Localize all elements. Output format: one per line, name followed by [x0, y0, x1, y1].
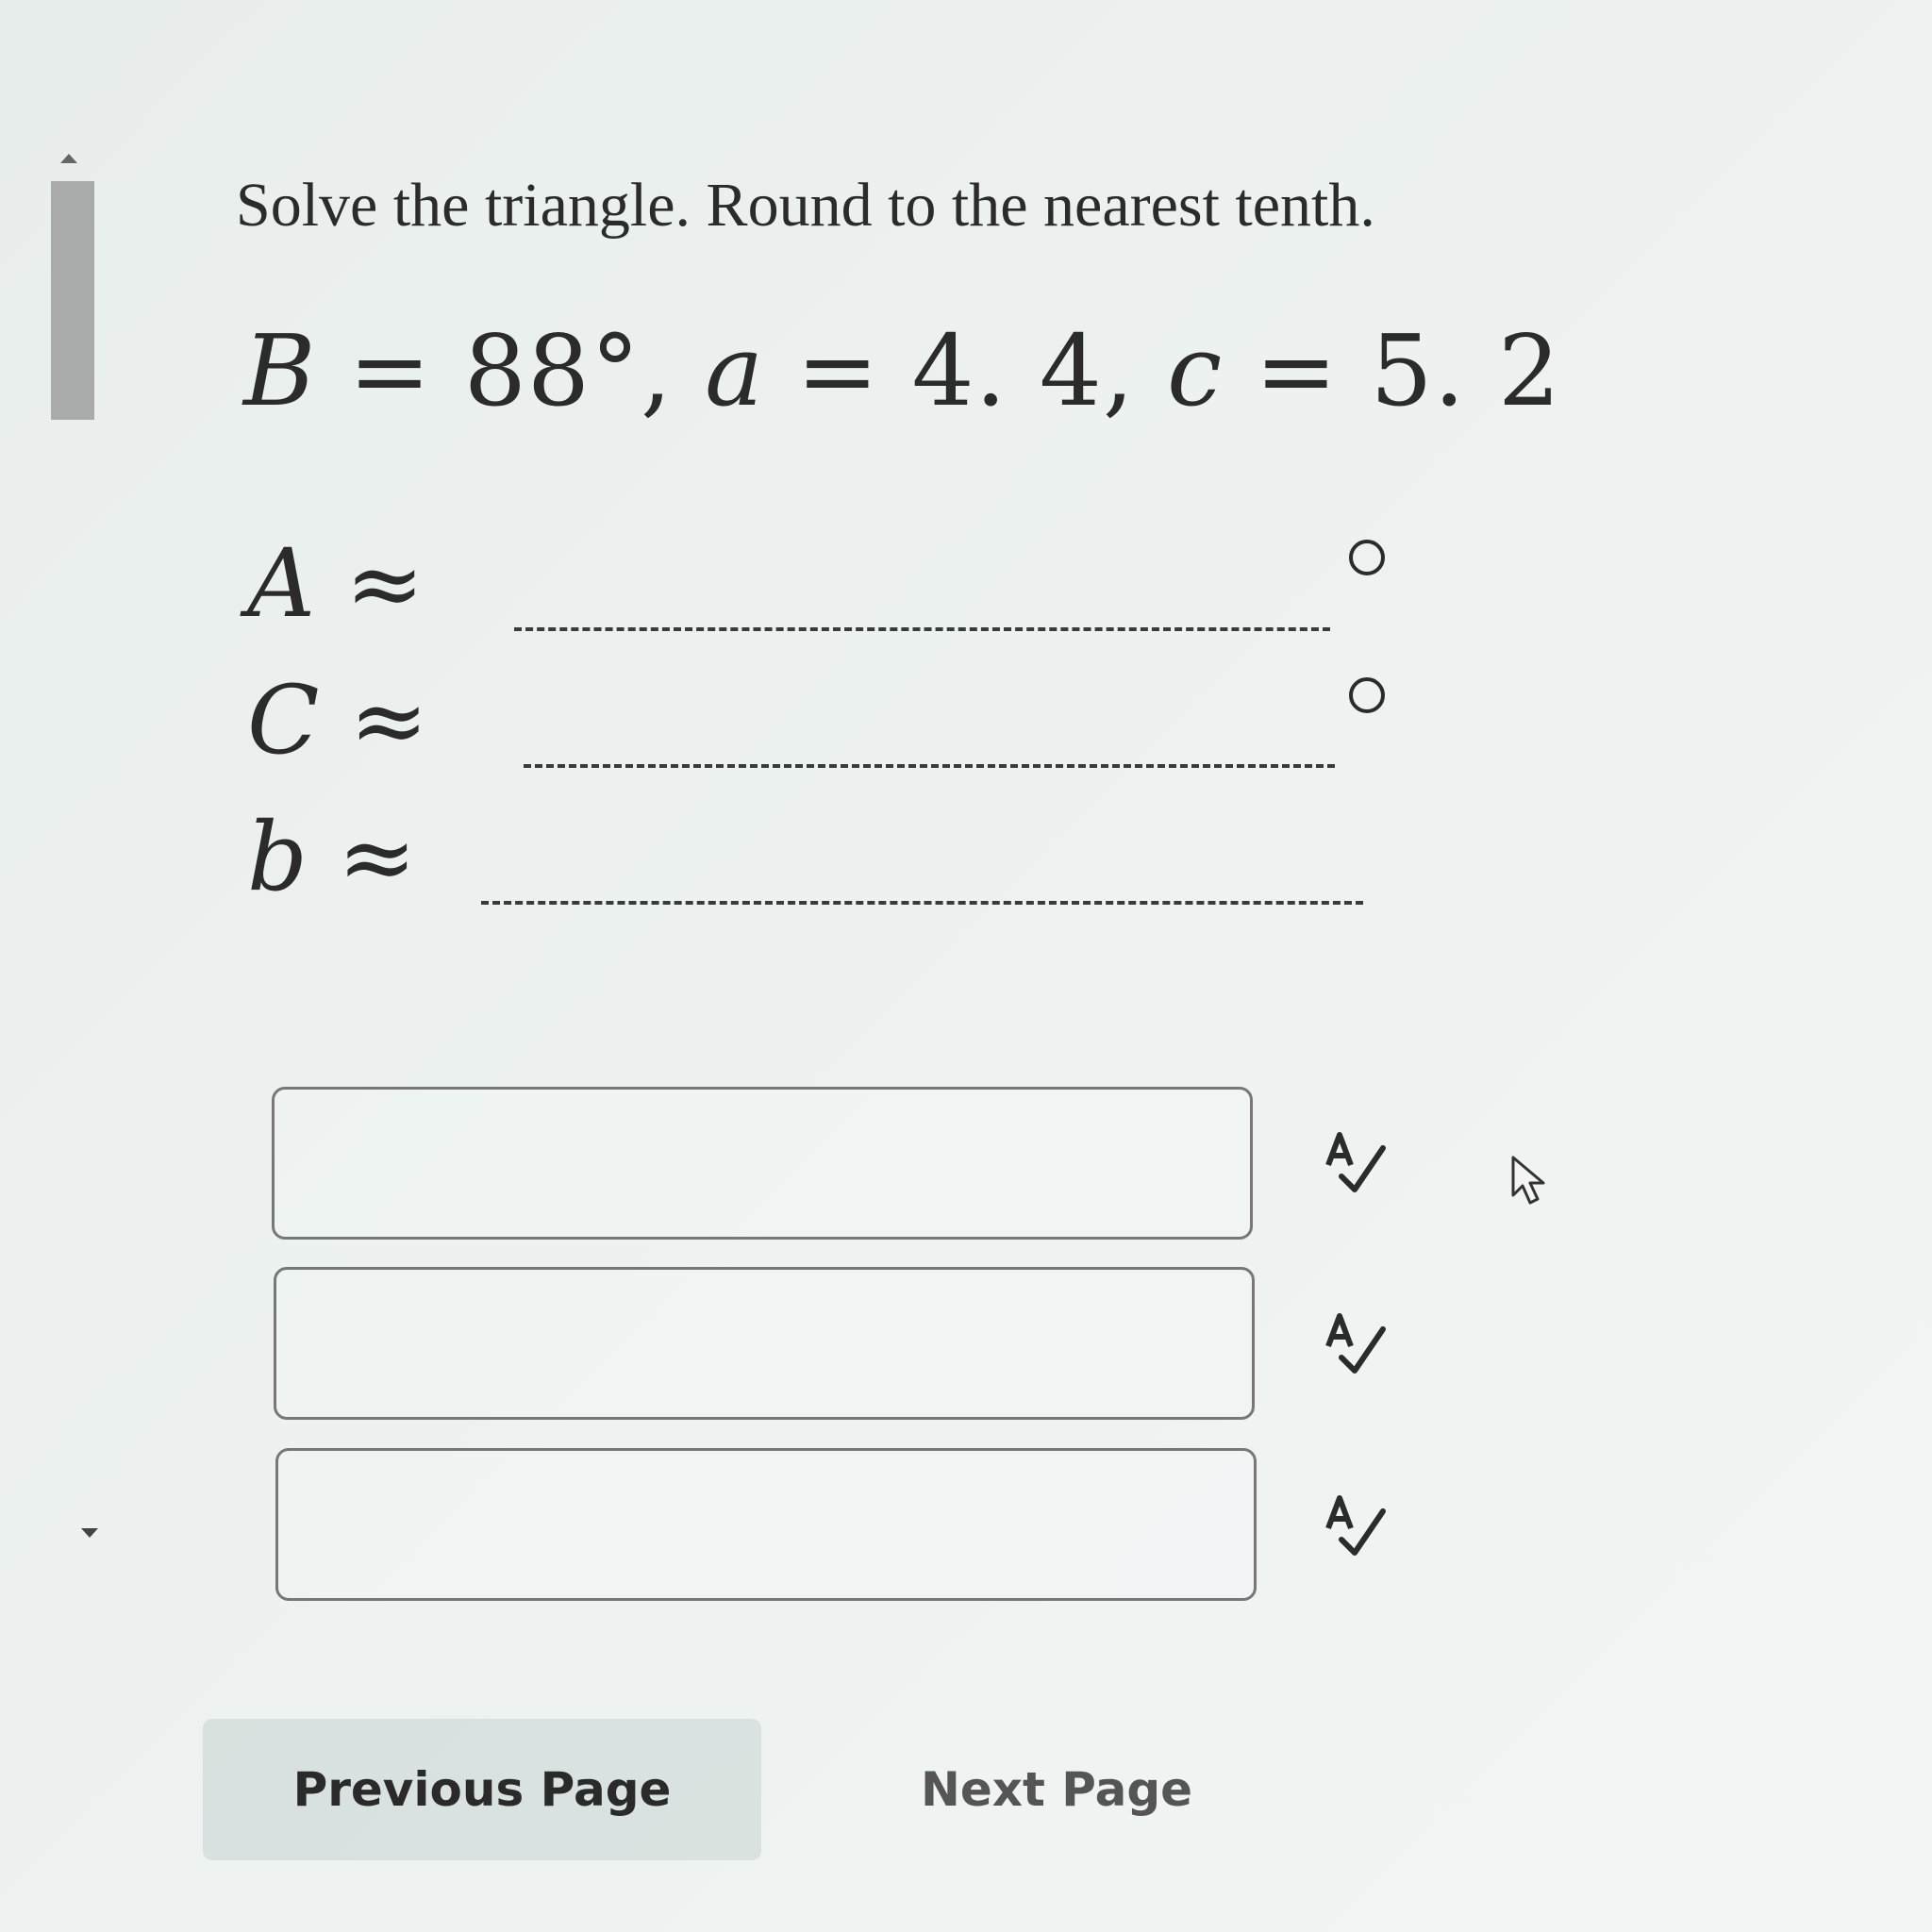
scroll-down-arrow-icon[interactable]	[81, 1528, 98, 1538]
previous-page-button[interactable]: Previous Page	[203, 1719, 761, 1860]
answer-a-blank	[514, 627, 1330, 631]
mouse-pointer-icon	[1511, 1156, 1545, 1205]
answer-row-c: C ≈	[247, 665, 428, 775]
given-c-value: 5. 2	[1370, 313, 1561, 428]
scroll-up-arrow-icon[interactable]	[60, 154, 77, 163]
spellcheck-icon[interactable]	[1321, 1491, 1396, 1566]
page: Solve the triangle. Round to the nearest…	[0, 0, 1932, 1932]
answer-a-approx-symbol: ≈	[345, 528, 425, 639]
answer-c-approx-symbol: ≈	[349, 665, 429, 775]
answer-row-b: b ≈	[247, 802, 417, 912]
given-a-label: a	[705, 313, 765, 428]
answer-b-input[interactable]	[275, 1448, 1257, 1601]
previous-page-label: Previous Page	[292, 1762, 672, 1817]
answer-c-blank	[524, 764, 1335, 768]
spellcheck-icon[interactable]	[1321, 1127, 1396, 1203]
given-c-label: c	[1167, 313, 1224, 428]
answer-c-degree-icon	[1349, 677, 1385, 713]
scrollbar-thumb[interactable]	[51, 181, 94, 420]
next-page-label: Next Page	[920, 1762, 1193, 1817]
given-b-value: 88°	[463, 313, 641, 428]
answer-a-input[interactable]	[272, 1087, 1253, 1240]
given-b-label: B	[243, 313, 317, 428]
spellcheck-icon[interactable]	[1321, 1308, 1396, 1384]
answer-b-label: b	[247, 802, 308, 912]
answer-c-label: C	[247, 665, 320, 775]
answer-a-degree-icon	[1349, 540, 1385, 575]
given-values: B = 88°, a = 4. 4, c = 5. 2	[243, 313, 1561, 428]
answer-row-a: A ≈	[247, 528, 425, 639]
given-a-value: 4. 4	[911, 313, 1103, 428]
answer-b-blank	[481, 901, 1363, 905]
question-instruction: Solve the triangle. Round to the nearest…	[236, 171, 1375, 240]
next-page-button[interactable]: Next Page	[811, 1719, 1302, 1860]
answer-c-input[interactable]	[274, 1267, 1255, 1420]
answer-a-label: A	[247, 528, 316, 639]
answer-b-approx-symbol: ≈	[337, 802, 417, 912]
